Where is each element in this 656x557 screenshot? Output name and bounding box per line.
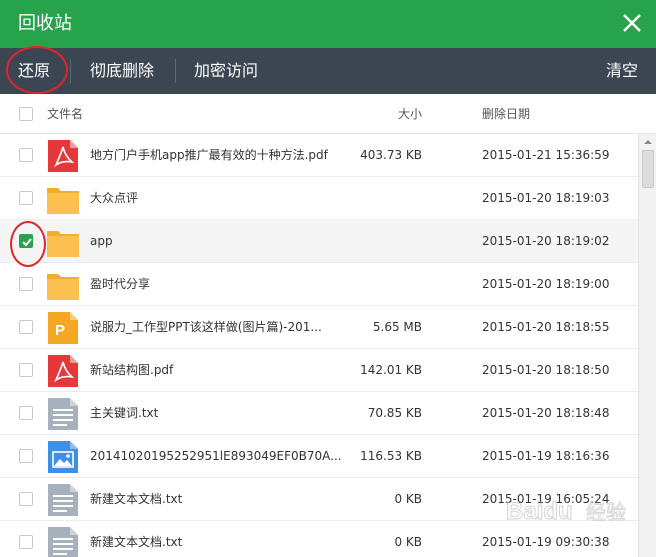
vertical-scrollbar[interactable] [638,134,656,557]
pdf-file-icon [46,140,80,172]
file-size: 403.73 KB [360,148,422,162]
delete-date: 2015-01-20 18:19:02 [482,234,610,248]
row-checkbox[interactable] [19,277,33,291]
text-file-icon [46,484,80,516]
file-name[interactable]: app [90,220,360,263]
table-row[interactable]: 大众点评 2015-01-20 18:19:03 [0,177,638,220]
file-name[interactable]: 盈时代分享 [90,263,360,306]
delete-date: 2015-01-20 18:18:55 [482,320,610,334]
file-size: 0 KB [394,492,422,506]
file-size: 142.01 KB [360,363,422,377]
file-name[interactable]: 新建文本文档.txt [90,521,360,557]
file-size: 70.85 KB [367,406,422,420]
table-row[interactable]: P 说服力_工作型PPT该这样做(图片篇)-201... 5.65 MB 2015-0… [0,306,638,349]
folder-icon [46,183,80,215]
window-title: 回收站 [18,13,72,34]
table-row[interactable]: app 2015-01-20 18:19:02 [0,220,638,263]
delete-date: 2015-01-19 09:30:38 [482,535,610,549]
scrollbar-thumb[interactable] [642,150,654,188]
row-checkbox[interactable] [19,535,33,549]
table-header: 文件名 大小 删除日期 [0,94,656,134]
image-file-icon [46,441,80,473]
file-name[interactable]: 地方门户手机app推广最有效的十种方法.pdf [90,134,360,177]
table-row[interactable]: 新建文本文档.txt 0 KB 2015-01-19 09:30:38 [0,521,638,557]
row-checkbox[interactable] [19,449,33,463]
table-row[interactable]: 20141020195252951lE893049EF0B70A... 116.5… [0,435,638,478]
row-checkbox[interactable] [19,406,33,420]
scroll-up-icon[interactable] [642,136,654,148]
table-row[interactable]: 新建文本文档.txt 0 KB 2015-01-19 16:05:24 [0,478,638,521]
select-all-checkbox[interactable] [19,107,33,121]
file-list: 地方门户手机app推广最有效的十种方法.pdf 403.73 KB 2015-01-… [0,134,638,557]
file-size: 5.65 MB [372,320,422,334]
delete-permanently-button[interactable]: 彻底删除 [90,48,154,94]
toolbar-divider [175,59,176,83]
column-header-size[interactable]: 大小 [398,94,422,134]
row-checkbox[interactable] [19,148,33,162]
file-name[interactable]: 主关键词.txt [90,392,360,435]
row-checkbox[interactable] [19,492,33,506]
close-icon[interactable] [616,8,648,40]
row-checkbox[interactable] [19,363,33,377]
delete-date: 2015-01-21 15:36:59 [482,148,610,162]
delete-date: 2015-01-20 18:19:00 [482,277,610,291]
column-header-date[interactable]: 删除日期 [482,94,530,134]
table-row[interactable]: 地方门户手机app推广最有效的十种方法.pdf 403.73 KB 2015-01-… [0,134,638,177]
toolbar-divider [70,59,71,83]
title-bar: 回收站 [0,0,656,48]
ppt-file-icon: P [46,312,80,344]
row-checkbox[interactable] [19,191,33,205]
text-file-icon [46,398,80,430]
delete-date: 2015-01-20 18:18:50 [482,363,610,377]
file-name[interactable]: 新站结构图.pdf [90,349,360,392]
folder-icon [46,226,80,258]
file-name[interactable]: 大众点评 [90,177,360,220]
svg-text:P: P [55,322,65,339]
table-row[interactable]: 主关键词.txt 70.85 KB 2015-01-20 18:18:48 [0,392,638,435]
pdf-file-icon [46,355,80,387]
file-size: 0 KB [394,535,422,549]
delete-date: 2015-01-19 18:16:36 [482,449,610,463]
folder-icon [46,269,80,301]
toolbar: 还原 彻底删除 加密访问 清空 [0,46,656,94]
table-row[interactable]: 新站结构图.pdf 142.01 KB 2015-01-20 18:18:50 [0,349,638,392]
restore-button[interactable]: 还原 [18,48,50,94]
file-name[interactable]: 20141020195252951lE893049EF0B70A... [90,435,360,478]
clear-button[interactable]: 清空 [606,48,638,94]
delete-date: 2015-01-19 16:05:24 [482,492,610,506]
encrypt-access-button[interactable]: 加密访问 [194,48,258,94]
row-checkbox[interactable] [19,234,33,248]
table-row[interactable]: 盈时代分享 2015-01-20 18:19:00 [0,263,638,306]
row-checkbox[interactable] [19,320,33,334]
file-name[interactable]: 新建文本文档.txt [90,478,360,521]
delete-date: 2015-01-20 18:19:03 [482,191,610,205]
file-size: 116.53 KB [360,449,422,463]
file-name[interactable]: 说服力_工作型PPT该这样做(图片篇)-201... [90,306,360,349]
text-file-icon [46,527,80,557]
delete-date: 2015-01-20 18:18:48 [482,406,610,420]
column-header-name[interactable]: 文件名 [47,94,83,134]
